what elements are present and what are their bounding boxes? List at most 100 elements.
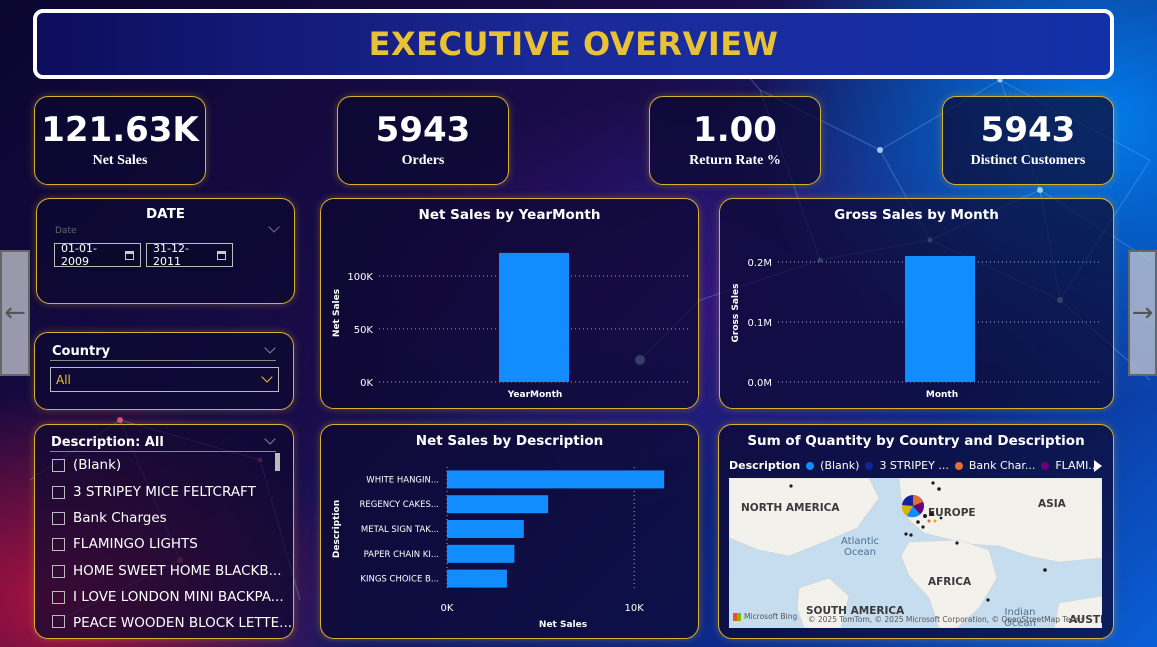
bar[interactable] <box>447 470 665 489</box>
bar[interactable] <box>447 495 549 514</box>
kpi-value: 5943 <box>980 109 1076 150</box>
chart-title: Sum of Quantity by Country and Descripti… <box>747 433 1085 449</box>
pie-marker-uk[interactable] <box>901 495 924 518</box>
header-banner: EXECUTIVE OVERVIEW <box>33 9 1114 79</box>
checkbox[interactable] <box>52 590 65 604</box>
map-legend: Description (Blank) 3 STRIPEY ... Bank C… <box>729 459 1099 472</box>
kpi-card-return-rate[interactable]: 1.00 Return Rate % <box>649 96 821 185</box>
date-field-hint: Date <box>55 226 77 236</box>
legend-item[interactable]: (Blank) <box>820 459 859 472</box>
scrollbar[interactable] <box>275 453 280 471</box>
checkbox[interactable] <box>52 485 65 499</box>
map-attribution: © 2025 TomTom, © 2025 Microsoft Corporat… <box>808 615 1085 624</box>
date-start-value: 01-01-2009 <box>61 242 97 268</box>
legend-item[interactable]: FLAMI... <box>1055 459 1098 472</box>
y-axis-label: Description <box>332 500 342 558</box>
kpi-label: Orders <box>401 153 445 169</box>
y-tick-label: REGENCY CAKES... <box>360 500 439 510</box>
page-title: EXECUTIVE OVERVIEW <box>368 25 779 63</box>
legend-dot <box>1041 461 1050 470</box>
chart-gross-sales-by-month[interactable]: Gross Sales by Month 0.0M 0.1M 0.2M Month Gr… <box>719 198 1114 409</box>
bar[interactable] <box>447 544 515 563</box>
date-end-input[interactable]: 31-12-2011 <box>146 242 233 268</box>
map-canvas[interactable]: NORTH AMERICA EUROPE ASIA AFRICA SOUTH A… <box>729 478 1102 628</box>
x-axis-label: YearMonth <box>507 390 563 400</box>
chart-svg: 0K 50K 100K YearMonth Net Sales <box>332 252 689 400</box>
bing-logo: Microsoft Bing <box>733 612 797 621</box>
next-page-button[interactable]: → <box>1128 250 1157 376</box>
legend-item[interactable]: Bank Char... <box>969 459 1036 472</box>
y-tick-label: WHITE HANGIN... <box>366 475 439 485</box>
bar[interactable] <box>499 252 569 382</box>
kpi-value: 1.00 <box>693 109 777 150</box>
kpi-value: 121.63K <box>41 109 199 150</box>
country-selected-value: All <box>56 373 71 387</box>
list-item[interactable]: PEACE WOODEN BLOCK LETTE... <box>52 615 292 633</box>
x-tick-label: 0K <box>441 603 454 614</box>
list-item[interactable]: I LOVE LONDON MINI BACKPA... <box>52 589 284 605</box>
legend-dot <box>954 461 963 470</box>
arrow-left-icon: ← <box>4 298 26 328</box>
legend-title: Description <box>729 459 801 472</box>
calendar-icon[interactable] <box>216 250 226 260</box>
chevron-down-icon[interactable] <box>268 221 280 233</box>
checkbox[interactable] <box>52 511 65 525</box>
country-dropdown[interactable]: All <box>50 367 279 392</box>
y-axis-label: Gross Sales <box>731 284 741 343</box>
legend-dot <box>865 461 874 470</box>
list-item[interactable]: (Blank) <box>52 457 121 473</box>
y-tick-label: 0K <box>360 378 373 389</box>
x-tick-label: 10K <box>625 603 645 614</box>
bar[interactable] <box>447 569 507 588</box>
kpi-value: 5943 <box>375 109 471 150</box>
y-tick-label: 0.2M <box>747 258 772 269</box>
country-slicer: Country All <box>34 332 294 410</box>
chart-net-sales-by-description[interactable]: Net Sales by Description 0K 10K WHITE HANG… <box>320 424 699 639</box>
date-start-input[interactable]: 01-01-2009 <box>54 242 141 268</box>
date-slicer-title: DATE <box>145 206 186 222</box>
y-tick-label: METAL SIGN TAK... <box>361 525 439 535</box>
description-slicer-title: Description: All <box>51 435 164 450</box>
chart-svg: 0.0M 0.1M 0.2M Month Gross Sales <box>731 256 1102 400</box>
y-tick-label: PAPER CHAIN KI... <box>364 550 439 560</box>
y-tick-label: 0.1M <box>747 318 772 329</box>
arrow-right-icon: → <box>1131 298 1154 328</box>
checkbox[interactable] <box>52 564 65 578</box>
y-tick-label: 0.0M <box>747 378 772 389</box>
y-tick-label: 100K <box>347 272 373 283</box>
kpi-label: Net Sales <box>92 153 148 169</box>
y-axis-label: Net Sales <box>332 289 342 337</box>
calendar-icon[interactable] <box>124 250 134 260</box>
kpi-label: Distinct Customers <box>970 153 1086 169</box>
x-axis-label: Month <box>926 390 958 400</box>
x-axis-label: Net Sales <box>539 620 587 630</box>
checkbox[interactable] <box>52 537 65 551</box>
bar[interactable] <box>447 520 524 538</box>
date-end-value: 31-12-2011 <box>153 242 189 268</box>
kpi-label: Return Rate % <box>689 153 781 169</box>
kpi-card-orders[interactable]: 5943 Orders <box>337 96 509 185</box>
legend-item[interactable]: 3 STRIPEY ... <box>879 459 948 472</box>
list-item[interactable]: Bank Charges <box>52 510 167 526</box>
legend-dot <box>806 461 815 470</box>
microsoft-logo-icon <box>733 612 741 621</box>
bar[interactable] <box>905 256 975 382</box>
y-tick-label: 50K <box>354 325 374 336</box>
list-item[interactable]: HOME SWEET HOME BLACKB... <box>52 563 282 579</box>
chevron-down-icon[interactable] <box>264 342 276 354</box>
chart-net-sales-by-yearmonth[interactable]: Net Sales by YearMonth 0K 50K 100K YearMont… <box>320 198 699 409</box>
country-slicer-title: Country <box>52 344 111 359</box>
list-item[interactable]: 3 STRIPEY MICE FELTCRAFT <box>52 484 256 500</box>
y-tick-label: KINGS CHOICE B... <box>360 575 439 585</box>
list-item[interactable]: FLAMINGO LIGHTS <box>52 536 198 552</box>
chevron-down-icon[interactable] <box>264 433 276 445</box>
checkbox[interactable] <box>52 458 65 472</box>
kpi-card-net-sales[interactable]: 121.63K Net Sales <box>34 96 206 185</box>
checkbox[interactable] <box>52 615 65 628</box>
map-markers <box>789 481 1047 602</box>
prev-page-button[interactable]: ← <box>0 250 30 376</box>
chart-svg: 0K 10K WHITE HANGIN... REGENCY CAKES... META… <box>332 467 665 630</box>
kpi-card-distinct-customers[interactable]: 5943 Distinct Customers <box>942 96 1114 185</box>
chevron-down-icon <box>261 371 273 383</box>
legend-next-button[interactable] <box>1094 460 1102 472</box>
